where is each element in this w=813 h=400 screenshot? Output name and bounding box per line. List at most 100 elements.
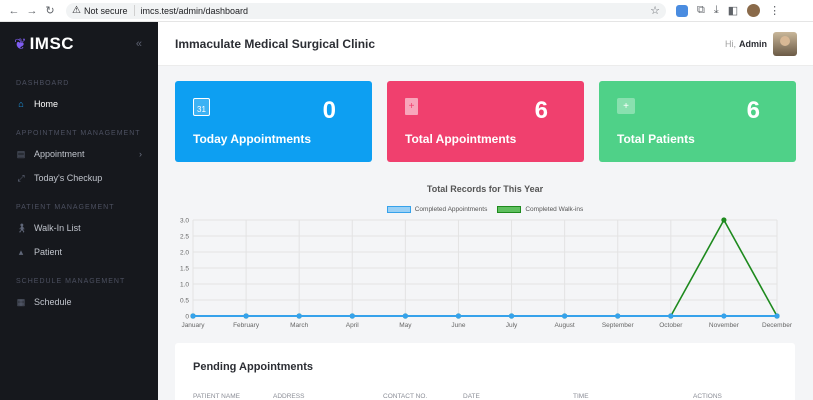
data-point-appointments	[508, 313, 515, 319]
calendar-icon: 31	[193, 98, 210, 116]
medkit-icon: +	[617, 98, 635, 114]
menu-kebab-icon[interactable]: ⋮	[769, 4, 780, 17]
sidebar-item-label: Walk-In List	[34, 223, 81, 233]
section-appointment: APPOINTMENT MANAGEMENT	[16, 130, 141, 137]
download-icon[interactable]: ⤓	[714, 4, 719, 17]
section-patient: PATIENT MANAGEMENT	[16, 204, 115, 211]
data-point-appointments	[349, 313, 355, 319]
back-icon[interactable]: ←	[6, 3, 22, 19]
data-point-appointments	[668, 313, 674, 319]
checkup-icon: ⤢	[17, 172, 25, 183]
section-dashboard: DASHBOARD	[16, 80, 70, 87]
column-header: DATE	[463, 393, 480, 400]
security-indicator[interactable]: ⚠ Not secure	[72, 5, 135, 16]
x-tick-label: July	[506, 322, 518, 329]
sidebar-item-checkup[interactable]: ⤢ Today's Checkup	[0, 166, 158, 190]
sidebar-item-schedule[interactable]: ▦ Schedule	[0, 290, 158, 314]
sidebar-item-label: Schedule	[34, 297, 72, 307]
x-tick-label: December	[762, 322, 793, 329]
appointment-icon: ▤	[16, 148, 26, 159]
avatar[interactable]	[773, 31, 797, 56]
x-tick-label: February	[233, 322, 260, 329]
table-header: PATIENT NAME ADDRESS CONTACT NO. DATE TI…	[193, 393, 753, 400]
x-tick-label: October	[659, 322, 683, 329]
user-name: Admin	[739, 38, 767, 49]
top-header: Immaculate Medical Surgical Clinic Hi, A…	[158, 22, 813, 66]
sidebar-item-appointment[interactable]: ▤ Appointment ›	[0, 142, 158, 166]
forward-icon[interactable]: →	[24, 3, 40, 19]
home-icon: ⌂	[18, 99, 24, 109]
stat-value: 0	[322, 97, 336, 124]
data-point-appointments	[296, 313, 302, 319]
data-point-appointments	[243, 313, 249, 319]
data-point-appointments	[190, 313, 196, 319]
document-icon: +	[405, 98, 418, 115]
stat-label: Today Appointments	[193, 132, 311, 146]
data-point-appointments	[721, 313, 727, 319]
x-tick-label: April	[346, 322, 360, 329]
y-tick-label: 0	[185, 314, 189, 321]
bookmark-star-icon[interactable]: ☆	[650, 4, 660, 17]
y-tick-label: 1.5	[180, 266, 189, 273]
address-bar[interactable]: ⚠ Not secure imcs.test/admin/dashboard ☆	[66, 2, 666, 19]
legend-swatch	[386, 206, 411, 213]
x-tick-label: August	[555, 322, 575, 329]
reload-icon[interactable]: ↻	[42, 3, 58, 19]
collapse-sidebar-icon[interactable]: «	[136, 38, 142, 50]
y-tick-label: 0.5	[180, 298, 189, 305]
sidebar-item-home[interactable]: ⌂ Home	[0, 92, 158, 116]
walking-person-icon: 🚶︎	[16, 222, 28, 233]
y-tick-label: 2.5	[180, 234, 189, 241]
side-panel-icon[interactable]: ◧	[728, 4, 738, 17]
stat-card-total-patients[interactable]: + 6 Total Patients	[599, 81, 796, 162]
sidebar-item-label: Home	[34, 99, 59, 109]
chevron-right-icon: ›	[139, 149, 142, 159]
column-header: PATIENT NAME	[193, 393, 240, 400]
x-tick-label: November	[709, 322, 740, 329]
column-header: ACTIONS	[693, 393, 722, 400]
profile-avatar-icon[interactable]	[747, 4, 761, 17]
y-tick-label: 2.0	[180, 250, 189, 257]
data-point-appointments	[562, 313, 568, 319]
section-schedule: SCHEDULE MANAGEMENT	[16, 278, 126, 285]
sidebar-item-label: Appointment	[34, 149, 85, 159]
stat-label: Total Patients	[617, 132, 695, 146]
line-chart: 3.0 2.5 2.0 1.5 1.0 0.5 0January February March A…	[180, 217, 793, 329]
extensions-puzzle-icon[interactable]: ⧉	[697, 4, 705, 17]
data-point-walkins	[721, 217, 727, 223]
warning-icon: ⚠	[72, 5, 81, 16]
x-tick-label: January	[181, 322, 205, 329]
sidebar-item-walkin[interactable]: 🚶︎ Walk-In List	[0, 216, 158, 240]
stat-value: 6	[534, 97, 548, 124]
data-point-appointments	[402, 313, 408, 319]
user-greeting[interactable]: Hi, Admin	[725, 39, 767, 49]
security-label: Not secure	[83, 5, 128, 16]
brand-logo-icon: ❦	[14, 36, 27, 53]
sidebar-item-label: Patient	[34, 247, 63, 257]
legend-label: Completed Appointments	[414, 206, 488, 213]
legend-item-appointments[interactable]: Completed Appointments	[386, 206, 488, 213]
schedule-icon: ▦	[16, 296, 26, 307]
greeting-text: Hi,	[725, 38, 736, 49]
sidebar-item-patient[interactable]: ▴ Patient	[0, 240, 158, 264]
x-tick-label: June	[451, 322, 465, 329]
y-tick-label: 3.0	[180, 218, 189, 225]
data-point-appointments	[615, 313, 621, 319]
pending-title: Pending Appointments	[193, 361, 313, 373]
stat-card-total-appointments[interactable]: + 6 Total Appointments	[387, 81, 584, 162]
x-tick-label: May	[399, 322, 412, 329]
chart-title: Total Records for This Year	[426, 184, 544, 194]
data-point-appointments	[455, 313, 462, 319]
brand: ❦ IMSC «	[0, 22, 158, 66]
extension-icon[interactable]	[676, 4, 688, 17]
column-header: ADDRESS	[273, 393, 305, 400]
pending-appointments-panel: Pending Appointments PATIENT NAME ADDRES…	[175, 343, 795, 400]
legend-item-walkins[interactable]: Completed Walk-ins	[497, 206, 583, 213]
stat-value: 6	[746, 97, 760, 124]
url-text[interactable]: imcs.test/admin/dashboard	[141, 6, 249, 16]
stat-label: Total Appointments	[405, 132, 517, 146]
x-tick-label: September	[602, 322, 635, 329]
sidebar-item-label: Today's Checkup	[34, 173, 103, 183]
stat-card-today-appointments[interactable]: 31 0 Today Appointments	[175, 81, 372, 162]
column-header: TIME	[573, 393, 589, 400]
